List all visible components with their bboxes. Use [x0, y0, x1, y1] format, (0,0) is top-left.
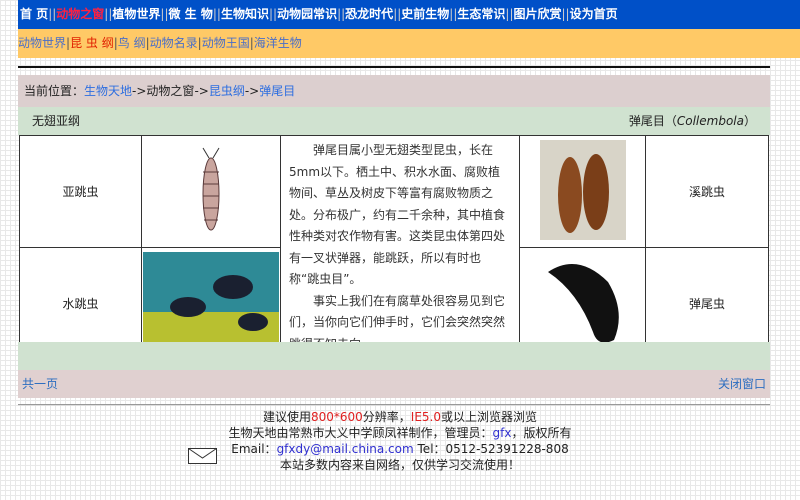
nav-bio-knowledge[interactable]: 生物知识: [221, 7, 269, 21]
subnav-animal-world[interactable]: 动物世界: [18, 36, 66, 50]
nav-home[interactable]: 首 页: [20, 7, 48, 21]
order-latin: Collembola: [676, 114, 744, 128]
crumb-collembola[interactable]: 弹尾目: [259, 84, 295, 98]
description: 弹尾目属小型无翅类型昆虫，长在5mm以下。栖土中、积水水面、腐败植物间、草丛及树…: [280, 135, 520, 360]
nav-ecology[interactable]: 生态常识: [457, 7, 505, 21]
species-name: 溪跳虫: [645, 135, 769, 248]
envelope-icon[interactable]: [188, 448, 218, 465]
crumb-sep: ->: [194, 84, 209, 98]
disclaimer: 本站多数内容来自网络，仅供学习交流使用！: [279, 458, 520, 472]
subnav-directory[interactable]: 动物名录: [150, 36, 198, 50]
nav-plants[interactable]: 植物世界: [112, 7, 160, 21]
subnav-birds[interactable]: 鸟 纲: [118, 36, 146, 50]
page-count: 共一页: [22, 377, 59, 391]
subnav-ocean[interactable]: 海洋生物: [254, 36, 302, 50]
nav-pictures[interactable]: 图片欣赏: [514, 7, 562, 21]
springtail-illustration: [202, 147, 220, 231]
email-link[interactable]: gfxdy@mail.china.com: [277, 442, 414, 456]
info-text: Email：: [231, 442, 277, 456]
crumb-home[interactable]: 生物天地: [84, 84, 132, 98]
springtail-photo: [539, 140, 626, 240]
species-image[interactable]: [141, 135, 281, 248]
nav-set-home[interactable]: 设为首页: [570, 7, 618, 21]
crumb-sep: ->: [132, 84, 147, 98]
admin-link[interactable]: gfx: [493, 426, 512, 440]
order-label: 弹尾目（Collembola）: [629, 107, 756, 135]
divider: [18, 66, 770, 68]
nav-animal-window[interactable]: 动物之窗: [56, 7, 104, 21]
page-footer-bar: 共一页 关闭窗口: [18, 370, 770, 398]
subnav-insects[interactable]: 昆 虫 纲: [70, 36, 114, 50]
crumb-animal-window: 动物之窗: [146, 84, 195, 98]
species-table: 亚跳虫 弹尾目属小型无翅类型昆虫，长在5mm以下。栖土中、积水水面、腐败植物间、…: [19, 135, 769, 360]
crumb-insects[interactable]: 昆虫纲: [209, 84, 245, 98]
crumb-sep: ->: [244, 84, 260, 98]
description-p1: 弹尾目属小型无翅类型昆虫，长在5mm以下。栖土中、积水水面、腐败植物间、草丛及树…: [289, 143, 506, 286]
close-window-link[interactable]: 关闭窗口: [718, 370, 766, 398]
water-springtail-photo: [143, 252, 279, 352]
divider: [18, 404, 770, 406]
subclass-label: 无翅亚纲: [32, 114, 81, 128]
order-name: 弹尾目（: [628, 114, 677, 128]
breadcrumb: 当前位置：生物天地->动物之窗->昆虫纲->弹尾目: [18, 75, 770, 107]
nav-prehistoric[interactable]: 史前生物: [401, 7, 449, 21]
order-paren: ）: [743, 114, 756, 128]
subnav-kingdom[interactable]: 动物王国: [202, 36, 250, 50]
nav-zoo[interactable]: 动物园常识: [277, 7, 337, 21]
species-name: 亚跳虫: [19, 135, 142, 248]
info-text: 或以上浏览器浏览: [441, 410, 538, 424]
site-info: 建议使用800*600分辨率，IE5.0或以上浏览器浏览 生物天地由常熟市大义中…: [180, 409, 620, 473]
nav-dinosaur[interactable]: 恐龙时代: [345, 7, 393, 21]
springtail-silhouette: [537, 252, 628, 352]
phone-text: Tel：0512-52391228-808: [413, 442, 569, 456]
sub-nav: 动物世界|昆 虫 纲|鸟 纲|动物名录|动物王国|海洋生物: [18, 29, 800, 58]
info-text: ，版权所有: [511, 426, 572, 440]
info-text: 生物天地由常熟市大义中学顾凤祥制作，管理员：: [228, 426, 493, 440]
category-band: 无翅亚纲 弹尾目（Collembola）: [18, 107, 770, 135]
breadcrumb-label: 当前位置：: [24, 84, 85, 98]
info-resolution: 800*600: [310, 410, 363, 424]
nav-microbes[interactable]: 微 生 物: [169, 7, 213, 21]
top-nav: 首 页||动物之窗||植物世界||微 生 物||生物知识||动物园常识||恐龙时…: [18, 0, 800, 29]
info-browser: IE5.0: [410, 410, 442, 424]
species-image[interactable]: [519, 135, 646, 248]
info-text: 建议使用: [262, 410, 311, 424]
spacer-band: [18, 342, 770, 370]
info-text: 分辨率，: [362, 410, 411, 424]
